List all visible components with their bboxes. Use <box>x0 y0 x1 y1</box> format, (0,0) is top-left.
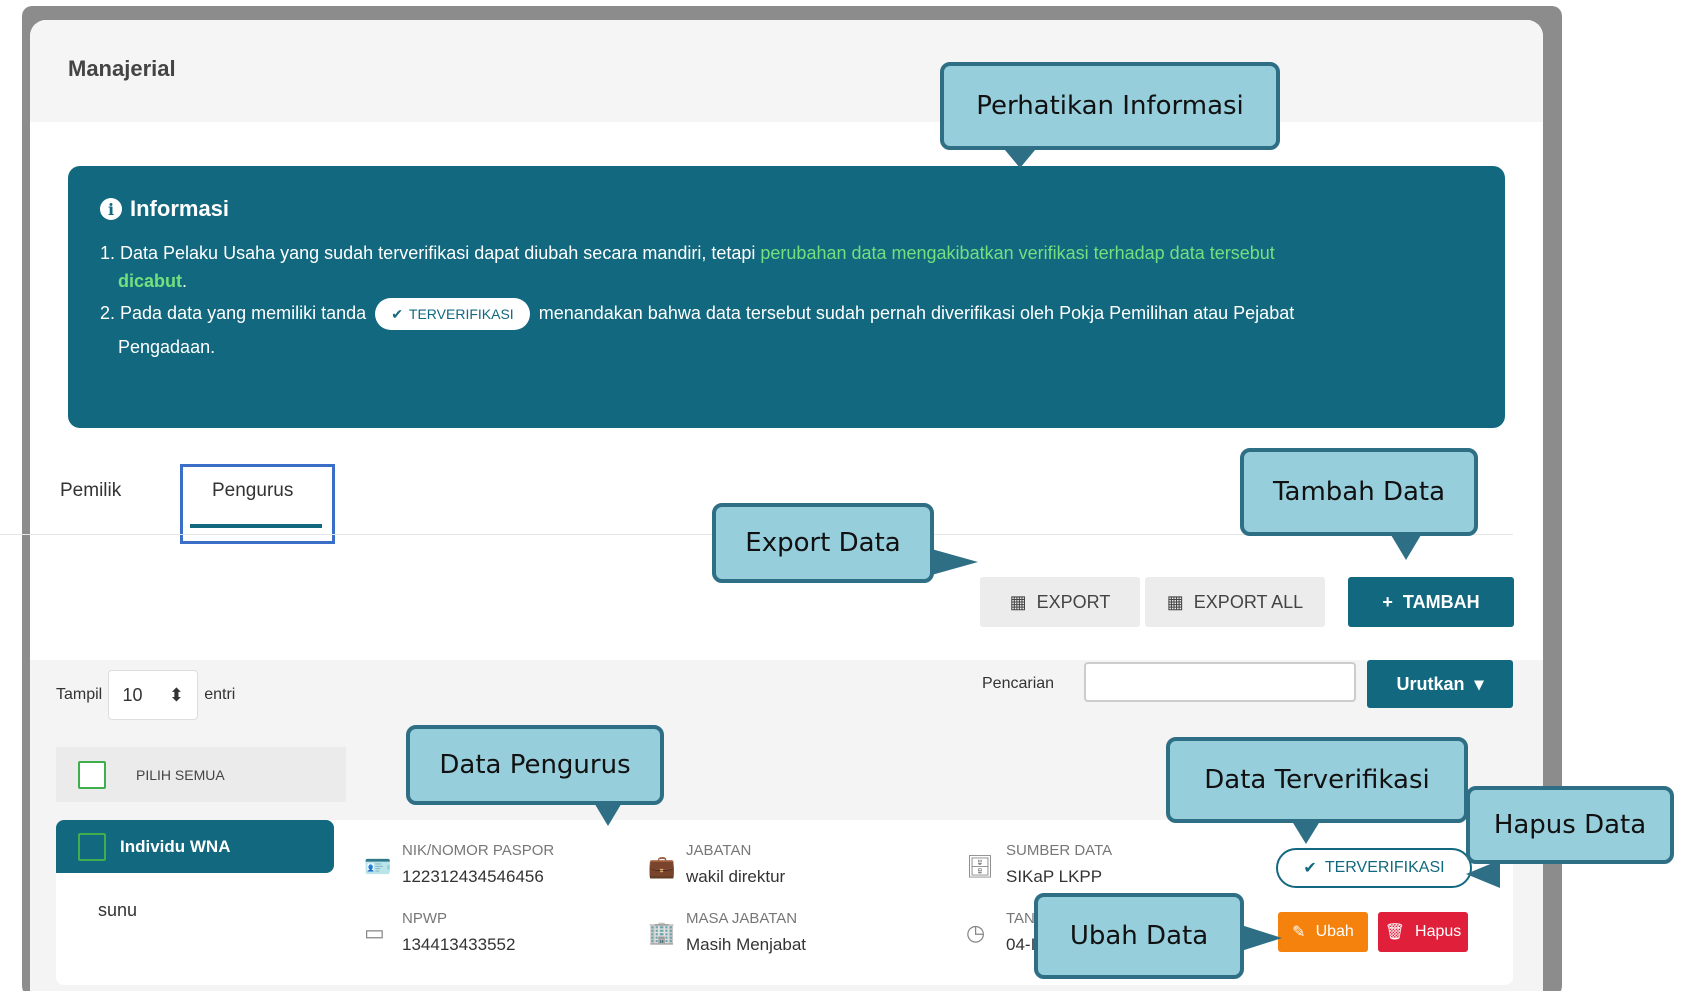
page-size-control: Tampil 10 ⬍ entri <box>56 670 235 720</box>
plus-icon: + <box>1382 591 1393 612</box>
export-button[interactable]: ▦ EXPORT <box>980 577 1140 627</box>
table-icon: ▦ <box>1166 591 1184 612</box>
edit-icon: ✎ <box>1292 924 1306 941</box>
row-category: Individu WNA <box>56 820 334 873</box>
select-all-row: PILIH SEMUA <box>56 747 346 802</box>
info-line-2-prefix: 2. Pada data yang memiliki tanda <box>100 303 367 323</box>
urutkan-button[interactable]: Urutkan ▾ <box>1367 660 1513 708</box>
check-icon: ✔ <box>391 306 403 323</box>
search-input[interactable] <box>1084 662 1356 702</box>
row-checkbox[interactable] <box>78 832 106 861</box>
info-line-3: Pengadaan. <box>118 337 216 357</box>
callout-data-pengurus: Data Pengurus <box>406 725 664 805</box>
info-line-2-suffix: menandakan bahwa data tersebut sudah per… <box>538 303 1295 323</box>
page-size-value: 10 <box>122 684 143 705</box>
trash-icon: 🗑 <box>1384 924 1406 941</box>
entri-label: entri <box>204 686 236 703</box>
info-box: i Informasi 1. Data Pelaku Usaha yang su… <box>68 166 1505 428</box>
briefcase-icon: 💼 <box>648 854 676 879</box>
page-size-select[interactable]: 10 ⬍ <box>108 670 199 720</box>
credit-card-icon: ▭ <box>364 920 385 945</box>
nik-label: NIK/NOMOR PASPOR <box>402 842 555 859</box>
callout-tambah-data: Tambah Data <box>1240 448 1478 536</box>
tanggal-field: TAN 04-I <box>1006 910 1035 955</box>
masa-jabatan-label: MASA JABATAN <box>686 910 798 927</box>
row-category-label: Individu WNA <box>120 836 231 856</box>
tambah-label: TAMBAH <box>1402 591 1480 612</box>
callout-tail <box>928 548 978 576</box>
info-verified-badge: ✔ TERVERIFIKASI <box>375 298 530 331</box>
sumber-data-value: SIKaP LKPP <box>1006 867 1103 886</box>
search-label: Pencarian <box>982 675 1055 692</box>
callout-hapus-data: Hapus Data <box>1466 786 1674 864</box>
npwp-label: NPWP <box>402 910 447 927</box>
check-icon: ✔ <box>1303 860 1317 877</box>
nik-value: 122312434546456 <box>402 867 544 886</box>
info-line-1b: dicabut. <box>118 266 1498 296</box>
callout-export-data: Export Data <box>712 503 934 583</box>
masa-jabatan-value: Masih Menjabat <box>686 935 807 954</box>
info-line-1: 1. Data Pelaku Usaha yang sudah terverif… <box>100 238 1480 268</box>
nik-field: NIK/NOMOR PASPOR 122312434546456 <box>402 842 554 887</box>
page-title: Manajerial <box>68 56 176 81</box>
sumber-data-field: SUMBER DATA SIKaP LKPP <box>1006 842 1112 887</box>
sumber-data-label: SUMBER DATA <box>1006 842 1113 859</box>
npwp-field: NPWP 134413433552 <box>402 910 515 955</box>
tab-pemilik[interactable]: Pemilik <box>60 480 121 502</box>
tanggal-label: TAN <box>1006 910 1035 927</box>
row-name: sunu <box>98 900 138 920</box>
tab-highlight-box <box>180 464 335 544</box>
ubah-label: Ubah <box>1315 923 1354 940</box>
callout-data-terverifikasi: Data Terverifikasi <box>1166 737 1468 823</box>
building-icon: 🏢 <box>648 920 676 945</box>
database-icon: 🗄 <box>966 854 994 879</box>
info-line-2: 2. Pada data yang memiliki tanda ✔ TERVER… <box>100 298 1480 331</box>
export-all-button[interactable]: ▦ EXPORT ALL <box>1145 577 1325 627</box>
urutkan-label: Urutkan <box>1396 673 1465 694</box>
info-badge-label: TERVERIFIKASI <box>408 306 514 323</box>
verified-label: TERVERIFIKASI <box>1324 859 1445 876</box>
info-line-1-highlight2: dicabut <box>118 271 183 291</box>
tambah-button[interactable]: + TAMBAH <box>1348 577 1514 627</box>
ubah-button[interactable]: ✎ Ubah <box>1278 912 1368 952</box>
jabatan-label: JABATAN <box>686 842 752 859</box>
hapus-button[interactable]: 🗑 Hapus <box>1378 912 1468 952</box>
sort-arrows-icon: ⬍ <box>168 684 185 705</box>
masa-jabatan-field: MASA JABATAN Masih Menjabat <box>686 910 806 955</box>
verified-badge: ✔ TERVERIFIKASI <box>1276 848 1472 888</box>
callout-perhatikan-informasi: Perhatikan Informasi <box>940 62 1280 150</box>
info-icon: i <box>100 198 122 220</box>
caret-down-icon: ▾ <box>1474 673 1484 694</box>
npwp-value: 134413433552 <box>402 935 516 954</box>
tanggal-value: 04-I <box>1006 935 1036 954</box>
info-line-1-text: 1. Data Pelaku Usaha yang sudah terverif… <box>100 243 756 263</box>
card-header: Manajerial <box>30 20 1543 122</box>
info-line-1-end: . <box>182 271 188 291</box>
export-all-label: EXPORT ALL <box>1193 591 1304 612</box>
info-heading: i Informasi <box>100 196 229 222</box>
hapus-label: Hapus <box>1415 923 1462 940</box>
info-line-1-highlight: perubahan data mengakibatkan verifikasi … <box>760 243 1275 263</box>
screenshot-stage: Manajerial i Informasi 1. Data Pelaku Us… <box>0 0 1681 991</box>
callout-ubah-data: Ubah Data <box>1034 893 1244 979</box>
callout-tail <box>1238 924 1282 952</box>
callout-tail <box>1466 860 1500 888</box>
select-all-checkbox[interactable] <box>78 760 106 789</box>
clock-icon: ◷ <box>966 920 986 945</box>
id-card-icon: 🪪 <box>364 854 392 879</box>
jabatan-value: wakil direktur <box>686 867 786 886</box>
export-label: EXPORT <box>1036 591 1111 612</box>
jabatan-field: JABATAN wakil direktur <box>686 842 785 887</box>
select-all-label: PILIH SEMUA <box>136 766 225 783</box>
info-heading-text: Informasi <box>130 196 230 221</box>
table-icon: ▦ <box>1009 591 1027 612</box>
tampil-label: Tampil <box>56 686 103 703</box>
